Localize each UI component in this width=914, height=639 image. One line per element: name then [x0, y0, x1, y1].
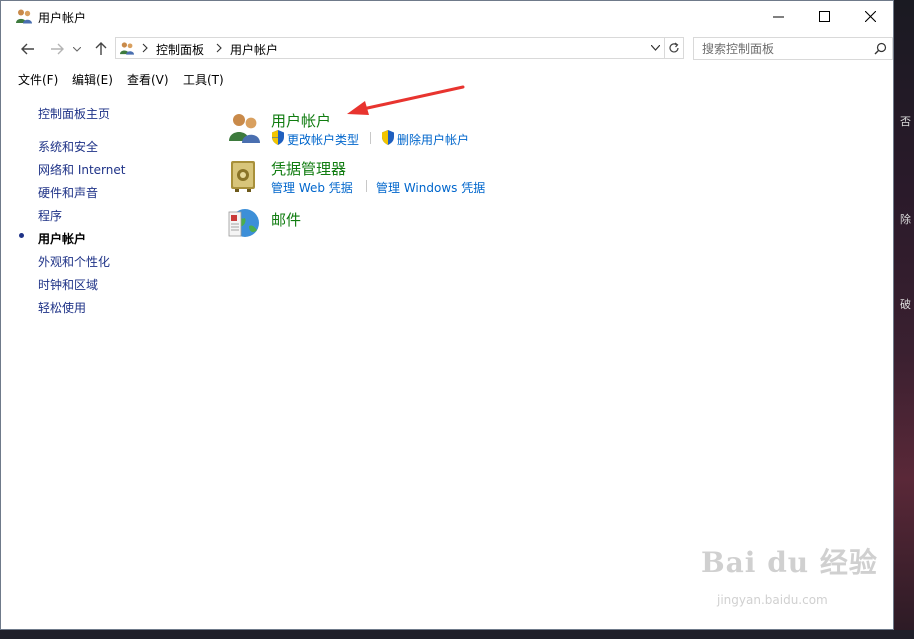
users-icon: [16, 9, 32, 24]
uac-shield-icon: [272, 130, 284, 145]
breadcrumb-control-panel[interactable]: 控制面板: [156, 41, 204, 58]
menu-edit[interactable]: 编辑(E): [72, 71, 113, 88]
watermark-brand: Bai du 经验: [701, 546, 878, 579]
minimize-icon: [772, 16, 784, 17]
link-change-account-type[interactable]: 更改帐户类型: [287, 131, 359, 148]
search-icon[interactable]: [874, 42, 887, 55]
sidebar-item-user-accounts: 用户帐户: [38, 232, 87, 246]
search-box[interactable]: [693, 37, 893, 60]
window-title: 用户帐户: [38, 11, 87, 25]
category-title-mail[interactable]: 邮件: [271, 209, 301, 230]
arrow-left-icon: [21, 43, 34, 55]
close-button[interactable]: [847, 1, 893, 32]
sidebar-item-clock-region[interactable]: 时钟和区域: [38, 276, 98, 293]
forward-button[interactable]: [46, 38, 68, 60]
title-bar[interactable]: 用户帐户: [1, 1, 893, 32]
desktop-text: 除: [900, 213, 911, 226]
breadcrumb-user-accounts[interactable]: 用户帐户: [230, 41, 278, 58]
up-button[interactable]: [90, 38, 112, 60]
sidebar-item-hardware-sound[interactable]: 硬件和声音: [38, 184, 98, 201]
link-manage-web-credentials[interactable]: 管理 Web 凭据: [271, 179, 353, 196]
link-separator: [366, 180, 367, 192]
link-delete-user-account[interactable]: 删除用户帐户: [397, 131, 469, 148]
safe-icon: [231, 161, 255, 192]
menu-tools[interactable]: 工具(T): [183, 71, 224, 88]
current-item-bullet: [19, 233, 24, 238]
users-icon: [229, 114, 260, 143]
desktop-text: 否: [900, 115, 911, 128]
arrow-up-icon: [95, 42, 107, 55]
category-title-credential-manager[interactable]: 凭据管理器: [271, 158, 346, 179]
chevron-down-icon: [73, 46, 81, 52]
link-separator: [370, 132, 371, 144]
link-manage-windows-credentials[interactable]: 管理 Windows 凭据: [376, 179, 485, 196]
chevron-down-icon: [650, 45, 660, 51]
sidebar-item-ease-of-access[interactable]: 轻松使用: [38, 299, 86, 316]
desktop-text: 破: [900, 298, 911, 311]
refresh-icon: [669, 42, 679, 53]
maximize-icon: [818, 11, 830, 22]
close-icon: [864, 11, 876, 22]
control-panel-window: 用户帐户 控制面板 用户帐户 搜索控制面板 文件(F) 编辑(E) 查看(V) …: [0, 0, 894, 630]
sidebar-item-system-security[interactable]: 系统和安全: [38, 138, 98, 155]
address-bar[interactable]: 控制面板 用户帐户: [115, 37, 665, 59]
menu-view[interactable]: 查看(V): [127, 71, 169, 88]
refresh-button[interactable]: [664, 37, 684, 59]
desktop-background: 否 除 破: [894, 0, 914, 639]
minimize-button[interactable]: [755, 1, 801, 32]
search-input[interactable]: [696, 39, 878, 58]
watermark-url: jingyan.baidu.com: [717, 593, 828, 607]
sidebar-item-network-internet[interactable]: 网络和 Internet: [38, 161, 125, 178]
sidebar-item-programs[interactable]: 程序: [38, 207, 62, 224]
menu-file[interactable]: 文件(F): [18, 71, 58, 88]
mail-icon: [228, 209, 259, 237]
watermark: Bai du 经验 jingyan.baidu.com: [701, 541, 878, 607]
uac-shield-icon: [382, 130, 394, 145]
sidebar-item-appearance[interactable]: 外观和个性化: [38, 253, 110, 270]
maximize-button[interactable]: [801, 1, 847, 32]
back-button[interactable]: [17, 38, 39, 60]
taskbar: [0, 630, 914, 639]
arrow-right-icon: [51, 43, 64, 55]
users-icon: [120, 42, 134, 55]
annotation-arrow-icon: [347, 85, 465, 115]
address-dropdown-button[interactable]: [647, 38, 663, 58]
recent-locations-button[interactable]: [70, 38, 84, 60]
chevron-right-icon: [142, 43, 148, 53]
sidebar-control-panel-home[interactable]: 控制面板主页: [38, 105, 110, 122]
chevron-right-icon: [216, 43, 222, 53]
category-title-user-accounts[interactable]: 用户帐户: [271, 110, 331, 131]
